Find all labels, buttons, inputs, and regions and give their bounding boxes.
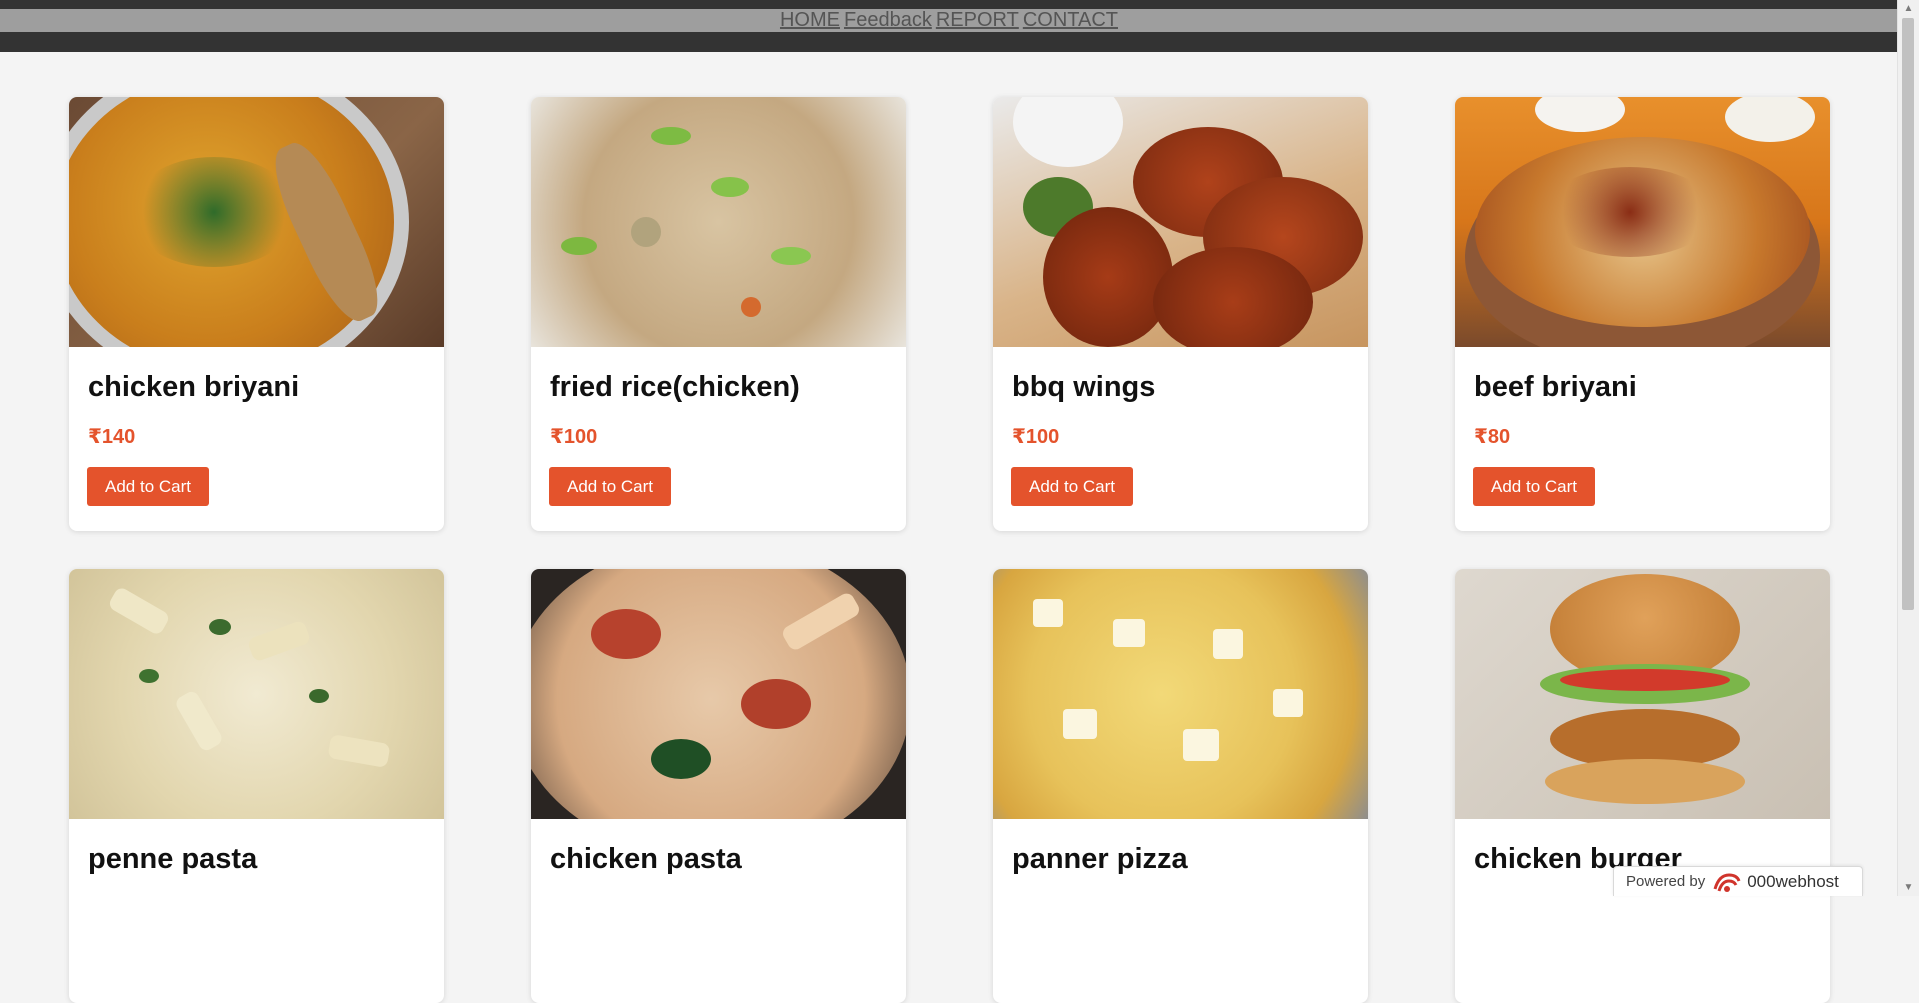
menu-card: chicken briyani ₹140 Add to Cart [69,97,444,531]
scrollbar-thumb[interactable] [1902,18,1914,610]
add-to-cart-button[interactable]: Add to Cart [549,467,671,506]
food-photo [993,97,1368,347]
item-price: ₹100 [1012,426,1060,448]
item-name: panner pizza [1012,843,1188,875]
item-name: chicken briyani [88,371,300,403]
menu-card: fried rice(chicken) ₹100 Add to Cart [531,97,906,531]
nav-bar: HOME Feedback REPORT CONTACT [0,9,1898,32]
menu-card: penne pasta [69,569,444,1003]
item-name: penne pasta [88,843,258,875]
scroll-up-arrow-icon[interactable]: ▲ [1898,0,1919,17]
nav-link-contact[interactable]: CONTACT [1023,9,1118,32]
menu-card: chicken burger [1455,569,1830,1003]
food-photo [531,569,906,819]
item-name: bbq wings [1012,371,1156,403]
powered-by-badge[interactable]: Powered by 000webhost [1613,866,1863,896]
add-to-cart-button[interactable]: Add to Cart [1473,467,1595,506]
nav-link-feedback[interactable]: Feedback [844,9,932,32]
food-photo [531,97,906,347]
scroll-down-arrow-icon[interactable]: ▼ [1898,879,1919,896]
menu-card: panner pizza [993,569,1368,1003]
item-price: ₹140 [88,426,136,448]
food-photo [993,569,1368,819]
top-header-bar: HOME Feedback REPORT CONTACT [0,0,1898,52]
item-name: fried rice(chicken) [550,371,800,403]
menu-card: chicken pasta [531,569,906,1003]
menu-card: bbq wings ₹100 Add to Cart [993,97,1368,531]
food-photo [1455,569,1830,819]
nav-link-home[interactable]: HOME [780,9,840,32]
item-price: ₹80 [1474,426,1511,448]
food-photo [69,97,444,347]
brand-name: 000webhost [1747,871,1839,891]
menu-card: beef briyani ₹80 Add to Cart [1455,97,1830,531]
add-to-cart-button[interactable]: Add to Cart [1011,467,1133,506]
food-photo [1455,97,1830,347]
item-name: chicken pasta [550,843,742,875]
item-price: ₹100 [550,426,598,448]
add-to-cart-button[interactable]: Add to Cart [87,467,209,506]
menu-grid: chicken briyani ₹140 Add to Cart fried r… [69,97,1830,1003]
nav-link-report[interactable]: REPORT [936,9,1019,32]
food-photo [69,569,444,819]
000webhost-logo-icon [1713,871,1741,893]
vertical-scrollbar[interactable]: ▲ ▼ [1897,0,1919,896]
item-name: beef briyani [1474,371,1637,403]
powered-by-label: Powered by [1626,873,1706,890]
